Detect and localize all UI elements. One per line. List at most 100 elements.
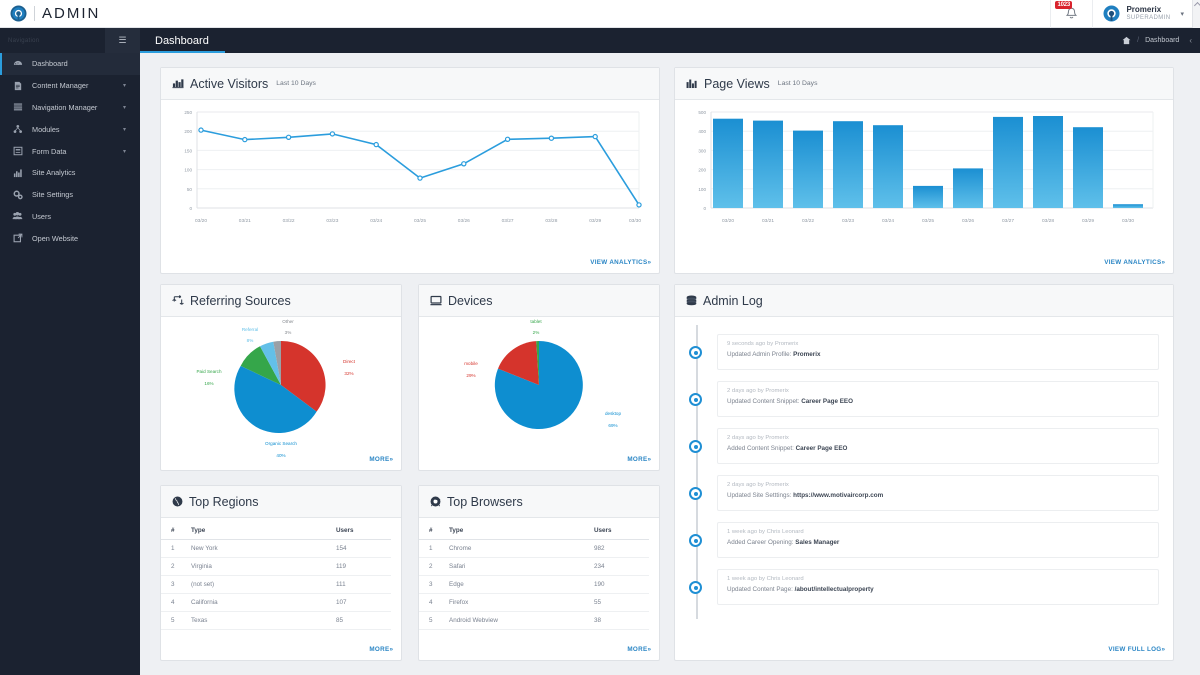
svg-text:400: 400 [698,129,706,134]
table-row[interactable]: 4 California 107 [161,593,391,612]
chart-referring-sources: Direct 32% Organic Search 40% Paid Searc… [161,317,401,463]
table-row[interactable]: 2 Safari 234 [419,557,649,576]
view-analytics-link[interactable]: VIEW ANALYTICS» [1104,259,1173,273]
link-label: MORE [627,646,648,653]
scrollbar-up[interactable] [1192,0,1200,28]
cell-users: 38 [594,611,649,630]
svg-text:03/21: 03/21 [762,218,774,224]
double-chevron-icon: » [647,646,650,653]
home-icon[interactable] [1122,36,1131,45]
pie-chart-referring-svg: Direct 32% Organic Search 40% Paid Searc… [196,319,356,458]
sidebar-item-site-analytics[interactable]: Site Analytics [0,162,140,184]
log-entry[interactable]: 1 week ago by Chris Leonard Added Career… [689,519,1159,566]
cell-users: 119 [336,557,391,576]
table-row[interactable]: 3 (not set) 111 [161,575,391,594]
svg-text:mobile: mobile [464,361,478,366]
log-entry[interactable]: 9 seconds ago by Promerix Updated Admin … [689,331,1159,378]
panel-title: Referring Sources [190,293,291,308]
table-row[interactable]: 1 Chrome 982 [419,539,649,558]
svg-text:150: 150 [184,148,192,153]
log-entry[interactable]: 2 days ago by Promerix Updated Content S… [689,378,1159,425]
table-row[interactable]: 2 Virginia 119 [161,557,391,576]
browsers-table: # Type Users 1 Chrome 982 2 Safari 234 3… [419,522,649,630]
more-link-referring[interactable]: MORE» [369,456,401,470]
log-entry[interactable]: 2 days ago by Promerix Updated Site Sett… [689,472,1159,519]
log-action: Updated Site Setttings: [727,492,792,499]
svg-text:250: 250 [184,110,192,115]
cell-type: (not set) [191,575,336,594]
table-row[interactable]: 5 Texas 85 [161,611,391,630]
table-row[interactable]: 1 New York 154 [161,539,391,558]
double-chevron-icon: » [389,646,392,653]
form-icon [12,146,23,156]
chevron-left-icon[interactable]: ‹ [1189,36,1192,45]
sidebar: Dashboard Content Manager ▾ Navigation M… [0,53,140,675]
chevron-down-icon[interactable]: ▾ [123,82,126,89]
timeline-dot-icon [689,487,702,500]
top-bar-right: 1023 Promerix SUPERADMIN ▾ [1050,0,1200,28]
page-title-tab[interactable]: Dashboard [140,28,225,53]
panel-header: Admin Log [675,285,1173,317]
sidebar-item-open-website[interactable]: Open Website [0,227,140,249]
log-card[interactable]: 2 days ago by Promerix Updated Site Sett… [717,475,1159,511]
sidebar-item-dashboard[interactable]: Dashboard [0,53,140,75]
more-link-browsers[interactable]: MORE» [627,646,659,660]
sidebar-item-form-data[interactable]: Form Data ▾ [0,140,140,162]
table-row[interactable]: 4 Firefox 55 [419,593,649,612]
sidebar-item-modules[interactable]: Modules ▾ [0,118,140,140]
timeline-dot-icon [689,534,702,547]
log-card[interactable]: 2 days ago by Promerix Updated Content S… [717,381,1159,417]
log-text: Updated Content Snippet: Career Page EEO [727,398,1149,405]
log-card[interactable]: 9 seconds ago by Promerix Updated Admin … [717,334,1159,370]
chevron-down-icon[interactable]: ▾ [123,104,126,111]
user-role: SUPERADMIN [1126,14,1171,21]
log-card[interactable]: 1 week ago by Chris Leonard Updated Cont… [717,569,1159,605]
svg-text:Direct: Direct [343,359,356,364]
user-menu[interactable]: Promerix SUPERADMIN ▾ [1092,0,1192,28]
brand[interactable]: ADMIN [0,5,100,22]
breadcrumb-current[interactable]: Dashboard [1145,37,1179,44]
log-action: Added Content Snippet: [727,445,794,452]
log-entry[interactable]: 1 week ago by Chris Leonard Updated Cont… [689,566,1159,613]
sidebar-item-label: Site Analytics [32,168,76,178]
panel-header: Referring Sources [161,285,401,317]
svg-text:200: 200 [184,129,192,134]
svg-text:03/30: 03/30 [629,218,641,224]
main-content: Active Visitors Last 10 Days 250 200 150… [140,53,1200,675]
more-link-devices[interactable]: MORE» [627,456,659,470]
brand-divider [34,6,35,21]
sidebar-item-label: Dashboard [32,59,68,69]
table-row[interactable]: 5 Android Webview 38 [419,611,649,630]
svg-text:0: 0 [703,206,706,211]
view-analytics-link[interactable]: VIEW ANALYTICS» [590,259,659,273]
panel-header: Active Visitors Last 10 Days [161,68,659,100]
external-link-icon [12,233,23,243]
log-card[interactable]: 2 days ago by Promerix Added Content Sni… [717,428,1159,464]
chevron-down-icon[interactable]: ▾ [123,148,126,155]
line-chart-svg: 250 200 150 100 50 0 03/2003/21 03/220 [184,110,642,224]
sidebar-item-site-settings[interactable]: Site Settings [0,184,140,206]
link-label: VIEW ANALYTICS [590,259,648,266]
sidebar-toggle-button[interactable]: ☰ [105,28,140,53]
table-row[interactable]: 3 Edge 190 [419,575,649,594]
view-full-log-link[interactable]: VIEW FULL LOG» [1108,646,1173,660]
log-target: https://www.motivaircorp.com [793,492,884,499]
log-action: Updated Content Page: [727,586,793,593]
svg-text:03/25: 03/25 [922,218,934,224]
notifications-button[interactable]: 1023 [1050,0,1092,28]
log-card[interactable]: 1 week ago by Chris Leonard Added Career… [717,522,1159,558]
panel-header: Page Views Last 10 Days [675,68,1173,100]
cell-rank: 4 [419,593,449,612]
sidebar-item-content-manager[interactable]: Content Manager ▾ [0,75,140,97]
log-text: Updated Content Page: /about/intellectua… [727,586,1149,593]
chevron-down-icon[interactable]: ▾ [1180,10,1184,18]
chevron-down-icon[interactable]: ▾ [123,126,126,133]
timeline-dot-icon [689,581,702,594]
sidebar-item-users[interactable]: Users [0,206,140,228]
link-label: MORE [627,456,648,463]
log-meta: 9 seconds ago by Promerix [727,341,799,347]
sidebar-item-navigation-manager[interactable]: Navigation Manager ▾ [0,97,140,119]
log-entry[interactable]: 2 days ago by Promerix Added Content Sni… [689,425,1159,472]
svg-text:03/29: 03/29 [1082,218,1094,224]
more-link-regions[interactable]: MORE» [369,646,401,660]
